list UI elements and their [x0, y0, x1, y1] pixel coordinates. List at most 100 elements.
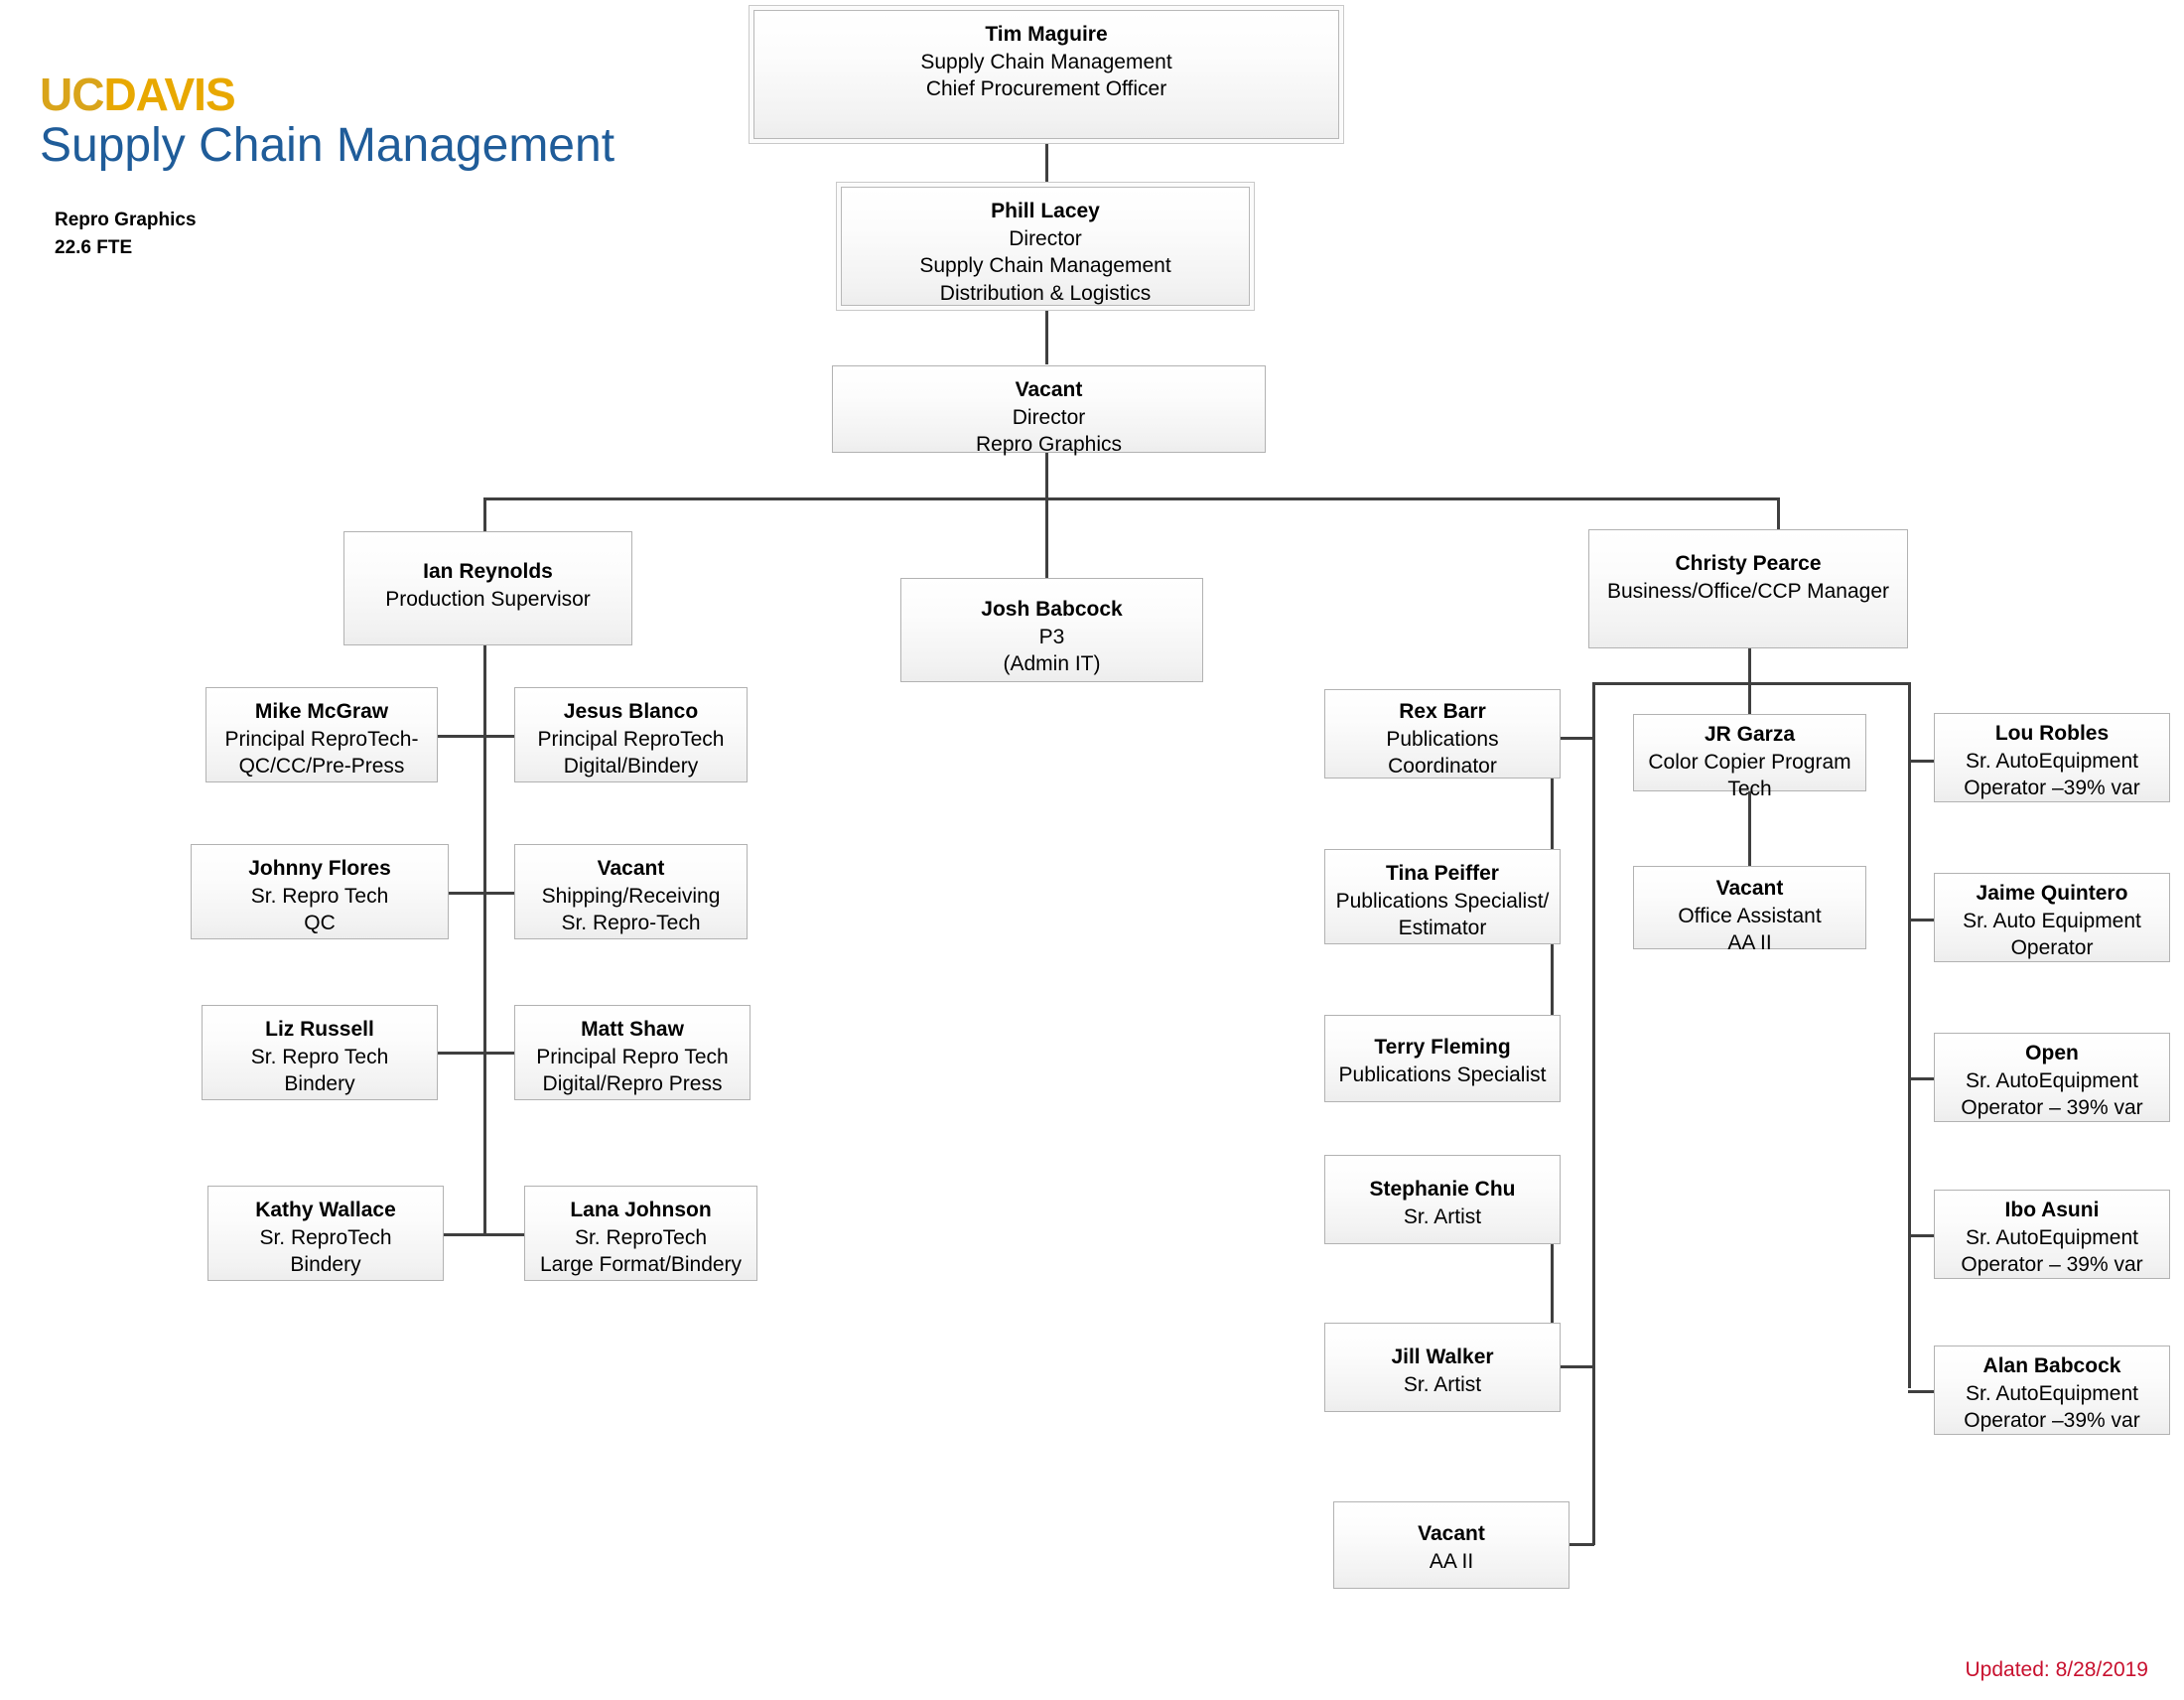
logo-uc-text: UC: [40, 69, 104, 120]
node-name: Ibo Asuni: [2004, 1199, 2100, 1221]
node-kathy-wallace[interactable]: Kathy Wallace Sr. ReproTech Bindery: [207, 1186, 444, 1281]
connector-ian-row1-right: [483, 735, 514, 738]
node-name: Lou Robles: [1994, 722, 2110, 745]
connector-bus-to-jr-garza: [1748, 682, 1751, 716]
department-info: Repro Graphics 22.6 FTE: [55, 207, 197, 261]
node-line2: P3: [1038, 625, 1065, 648]
node-name: Phill Lacey: [991, 200, 1100, 222]
logo-davis-text: DAVIS: [103, 69, 235, 120]
node-line3: Repro Graphics: [975, 433, 1123, 457]
node-matt-shaw[interactable]: Matt Shaw Principal Repro Tech Digital/R…: [514, 1005, 751, 1100]
node-name: Jesus Blanco: [563, 700, 699, 723]
node-lou-robles[interactable]: Lou Robles Sr. AutoEquipment Operator –3…: [1934, 713, 2170, 802]
node-phill-lacey[interactable]: Phill Lacey Director Supply Chain Manage…: [836, 182, 1255, 311]
node-line2: Principal ReproTech: [537, 727, 725, 751]
node-alan-babcock[interactable]: Alan Babcock Sr. AutoEquipment Operator …: [1934, 1346, 2170, 1435]
node-name: Christy Pearce: [1675, 552, 1822, 575]
node-line2: AA II: [1429, 1549, 1474, 1573]
node-rex-barr[interactable]: Rex Barr Publications Coordinator: [1324, 689, 1561, 779]
node-name: Alan Babcock: [1982, 1354, 2121, 1377]
node-jesus-blanco[interactable]: Jesus Blanco Principal ReproTech Digital…: [514, 687, 748, 782]
node-line2: Sr. Artist: [1403, 1372, 1482, 1396]
node-line2: Production Supervisor: [385, 587, 591, 611]
node-name: JR Garza: [1704, 723, 1796, 746]
node-line3: Chief Procurement Officer: [925, 77, 1167, 101]
node-phill-lacey-inner: Phill Lacey Director Supply Chain Manage…: [841, 187, 1250, 306]
node-ian-reynolds[interactable]: Ian Reynolds Production Supervisor: [343, 531, 632, 645]
node-name: Josh Babcock: [981, 598, 1123, 621]
node-line2: Director: [1009, 226, 1082, 250]
node-line3: Estimator: [1398, 917, 1487, 940]
node-line2: Sr. Repro Tech: [250, 1045, 389, 1068]
node-ibo-asuni[interactable]: Ibo Asuni Sr. AutoEquipment Operator – 3…: [1934, 1190, 2170, 1279]
node-line2: Shipping/Receiving: [541, 884, 721, 908]
node-name: Tim Maguire: [985, 23, 1108, 46]
connector-christy-left-spine: [1592, 682, 1595, 1545]
node-tim-maguire[interactable]: Tim Maguire Supply Chain Management Chie…: [749, 5, 1344, 144]
node-line2: Sr. Repro Tech: [250, 884, 389, 908]
connector-bus-to-josh: [1045, 497, 1048, 579]
node-line2: Sr. AutoEquipment: [1966, 1068, 2138, 1092]
node-line2: Publications Specialist/: [1335, 889, 1550, 913]
node-name: Rex Barr: [1399, 700, 1486, 723]
connector-bus-to-ian: [483, 497, 486, 532]
node-line3: AA II: [1727, 931, 1772, 955]
node-stephanie-chu[interactable]: Stephanie Chu Sr. Artist: [1324, 1155, 1561, 1244]
node-line3: Operator – 39% var: [1961, 1096, 2143, 1120]
connector-ian-row4-right: [483, 1233, 524, 1236]
node-line3: QC: [304, 912, 336, 935]
node-josh-babcock[interactable]: Josh Babcock P3 (Admin IT): [900, 578, 1203, 682]
updated-date: Updated: 8/28/2019: [1965, 1658, 2149, 1681]
connector-christy-drop: [1748, 647, 1751, 684]
connector-phill-to-vacant-director: [1045, 309, 1048, 364]
connector-christy-right-spine: [1908, 682, 1911, 1388]
connector-ian-row2-right: [483, 892, 514, 895]
node-name: Vacant: [1418, 1522, 1485, 1545]
connector-christy-sub-bus: [1592, 682, 1910, 685]
uc-davis-logo: UCDAVIS Supply Chain Management: [40, 71, 735, 173]
node-open-operator[interactable]: Open Sr. AutoEquipment Operator – 39% va…: [1934, 1033, 2170, 1122]
connector-ian-row2-left: [449, 892, 485, 895]
node-jill-walker[interactable]: Jill Walker Sr. Artist: [1324, 1323, 1561, 1412]
department-name: Repro Graphics: [55, 210, 197, 230]
node-line3: Operator – 39% var: [1961, 1253, 2143, 1277]
node-line3: Coordinator: [1388, 755, 1497, 779]
node-tina-peiffer[interactable]: Tina Peiffer Publications Specialist/ Es…: [1324, 849, 1561, 944]
node-terry-fleming[interactable]: Terry Fleming Publications Specialist: [1324, 1015, 1561, 1102]
node-line3: Supply Chain Management: [919, 254, 1171, 278]
node-vacant-office-assistant[interactable]: Vacant Office Assistant AA II: [1633, 866, 1866, 954]
node-johnny-flores[interactable]: Johnny Flores Sr. Repro Tech QC: [191, 844, 449, 939]
node-tim-maguire-inner: Tim Maguire Supply Chain Management Chie…: [753, 10, 1339, 139]
node-line3: (Admin IT): [1003, 652, 1101, 676]
node-vacant-aa2[interactable]: Vacant AA II: [1333, 1501, 1570, 1589]
node-christy-pearce[interactable]: Christy Pearce Business/Office/CCP Manag…: [1588, 529, 1908, 648]
node-line2: Sr. ReproTech: [574, 1225, 708, 1249]
node-vacant-shipping[interactable]: Vacant Shipping/Receiving Sr. Repro-Tech: [514, 844, 748, 939]
connector-tim-to-phill: [1045, 141, 1048, 185]
connector-vacant-director-down: [1045, 453, 1048, 498]
node-line4: Distribution & Logistics: [939, 282, 1152, 306]
node-vacant-director[interactable]: Vacant Director Repro Graphics: [832, 365, 1266, 456]
node-line3: Operator –39% var: [1964, 1409, 2140, 1433]
node-line2: Sr. ReproTech: [259, 1225, 392, 1249]
logo-wordmark: UCDAVIS: [40, 71, 735, 117]
node-name: Mike McGraw: [254, 700, 389, 723]
node-line2: Business/Office/CCP Manager: [1606, 579, 1890, 603]
node-line3: Operator: [2010, 936, 2094, 960]
node-jr-garza[interactable]: JR Garza Color Copier Program Tech: [1633, 714, 1866, 800]
node-name: Vacant: [597, 857, 665, 880]
node-liz-russell[interactable]: Liz Russell Sr. Repro Tech Bindery: [202, 1005, 438, 1100]
node-name: Stephanie Chu: [1369, 1178, 1516, 1201]
node-name: Jaime Quintero: [1976, 882, 2128, 905]
node-name: Johnny Flores: [248, 857, 391, 880]
node-name: Vacant: [1015, 378, 1083, 401]
node-lana-johnson[interactable]: Lana Johnson Sr. ReproTech Large Format/…: [524, 1186, 757, 1281]
node-name: Ian Reynolds: [423, 560, 553, 583]
connector-ian-row3-left: [438, 1052, 485, 1055]
node-jaime-quintero[interactable]: Jaime Quintero Sr. Auto Equipment Operat…: [1934, 873, 2170, 962]
connector-ian-row3-right: [483, 1052, 514, 1055]
node-mike-mcgraw[interactable]: Mike McGraw Principal ReproTech- QC/CC/P…: [205, 687, 438, 782]
node-line3: Sr. Repro-Tech: [561, 912, 701, 935]
node-line2: Color Copier Program: [1648, 750, 1851, 774]
node-line2: Sr. Auto Equipment: [1963, 909, 2141, 932]
